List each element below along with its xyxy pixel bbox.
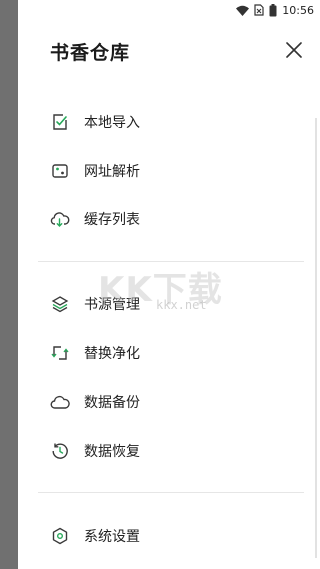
layers-icon [50, 294, 70, 314]
close-icon [286, 42, 302, 58]
menu-item-data-backup[interactable]: 数据备份 [50, 384, 290, 420]
menu-item-data-restore[interactable]: 数据恢复 [50, 433, 290, 469]
scrollbar[interactable] [315, 118, 317, 558]
close-button[interactable] [282, 38, 306, 62]
menu-item-label: 书源管理 [84, 297, 140, 313]
restore-clock-icon [50, 441, 70, 461]
battery-icon [269, 3, 277, 17]
sim-no-signal-icon [254, 4, 264, 16]
menu-item-system-settings[interactable]: 系统设置 [50, 518, 290, 554]
divider [38, 492, 304, 493]
replace-arrows-icon [50, 343, 70, 363]
menu-item-label: 缓存列表 [84, 212, 140, 228]
scan-frame-icon [50, 161, 70, 181]
settings-icon [50, 526, 70, 546]
menu-item-label: 替换净化 [84, 346, 140, 362]
menu-item-url-parse[interactable]: 网址解析 [50, 153, 290, 189]
menu-item-label: 网址解析 [84, 164, 140, 180]
menu-item-book-source[interactable]: 书源管理 [50, 286, 290, 322]
status-time: 10:56 [282, 3, 314, 17]
status-bar: 10:56 [0, 0, 320, 20]
menu-item-label: 系统设置 [84, 529, 140, 545]
menu-item-label: 本地导入 [84, 115, 140, 131]
menu-item-label: 数据恢复 [84, 444, 140, 460]
menu-item-local-import[interactable]: 本地导入 [50, 104, 290, 140]
wifi-icon [236, 5, 250, 16]
navigation-drawer: 书香仓库 本地导入 网址解析 缓存列表 书源管理 替换净化 数据备份 数据恢复 … [18, 0, 320, 569]
cloud-download-icon [50, 209, 70, 229]
cloud-icon [50, 392, 70, 412]
drawer-scrim[interactable] [0, 0, 18, 569]
divider [38, 261, 304, 262]
drawer-title: 书香仓库 [50, 42, 131, 64]
menu-item-replace-purify[interactable]: 替换净化 [50, 335, 290, 371]
import-check-icon [50, 112, 70, 132]
menu-item-label: 数据备份 [84, 395, 140, 411]
menu-item-cache-list[interactable]: 缓存列表 [50, 201, 290, 237]
